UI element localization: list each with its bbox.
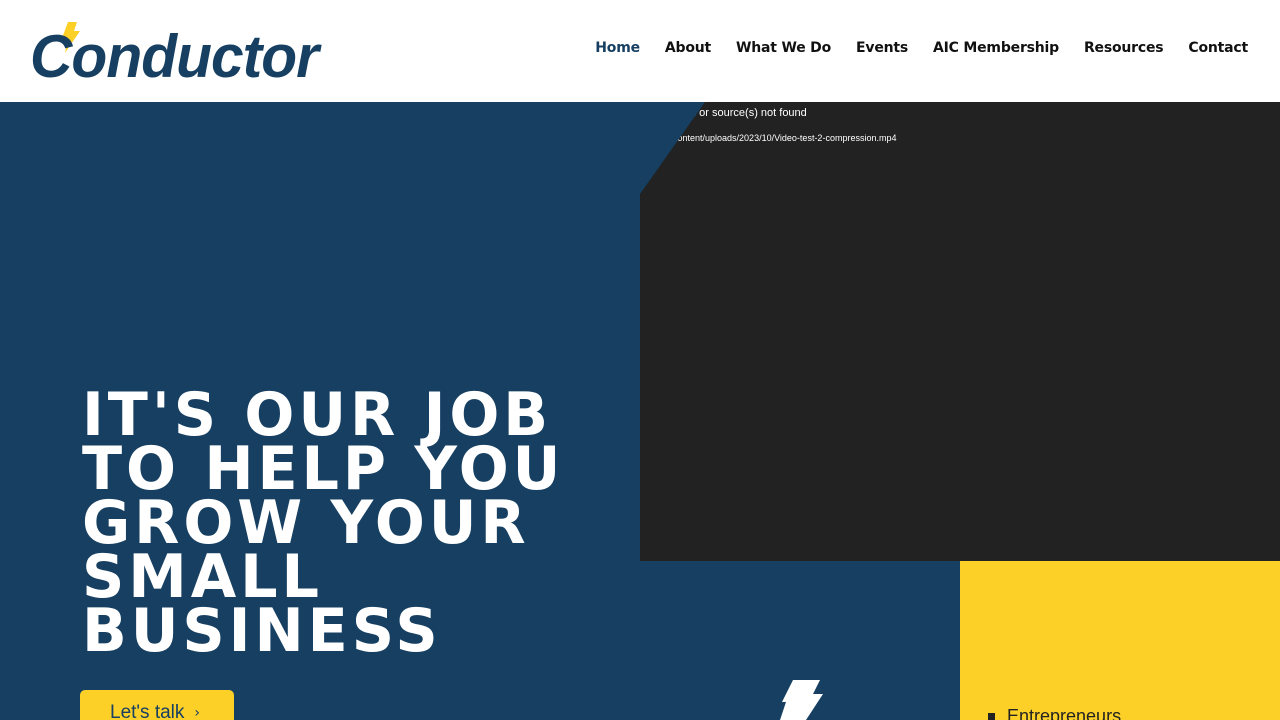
hero-video-player[interactable]: d or source(s) not found -content/upload… xyxy=(640,102,1280,561)
site-header: Conductor Conductor Home About What We D… xyxy=(0,0,1280,102)
nav-home[interactable]: Home xyxy=(595,40,640,56)
lets-talk-label: Let's talk xyxy=(110,702,185,720)
nav-events[interactable]: Events xyxy=(856,40,908,56)
list-item: Entrepreneurs xyxy=(988,706,1121,720)
hero-title: It's our job to help you grow your small… xyxy=(82,380,565,666)
nav-about[interactable]: About xyxy=(665,40,711,56)
nav-contact[interactable]: Contact xyxy=(1188,40,1248,56)
conductor-logo[interactable]: Conductor Conductor xyxy=(30,20,322,82)
main-nav: Home About What We Do Events AIC Members… xyxy=(595,40,1248,56)
video-error-message: d or source(s) not found xyxy=(690,107,807,119)
video-error-path: -content/uploads/2023/10/Video-test-2-co… xyxy=(670,133,897,143)
nav-aic-membership[interactable]: AIC Membership xyxy=(933,40,1059,56)
audience-panel: Entrepreneurs xyxy=(960,561,1280,720)
list-item-label: Entrepreneurs xyxy=(1007,706,1122,720)
bullet-icon xyxy=(988,713,995,720)
lets-talk-button[interactable]: Let's talk › xyxy=(80,690,234,720)
chevron-right-icon: › xyxy=(194,705,200,720)
nav-resources[interactable]: Resources xyxy=(1084,40,1164,56)
nav-what-we-do[interactable]: What We Do xyxy=(736,40,831,56)
logo-wordmark: Conductor xyxy=(30,23,322,82)
lightning-bolt-icon xyxy=(780,680,823,720)
